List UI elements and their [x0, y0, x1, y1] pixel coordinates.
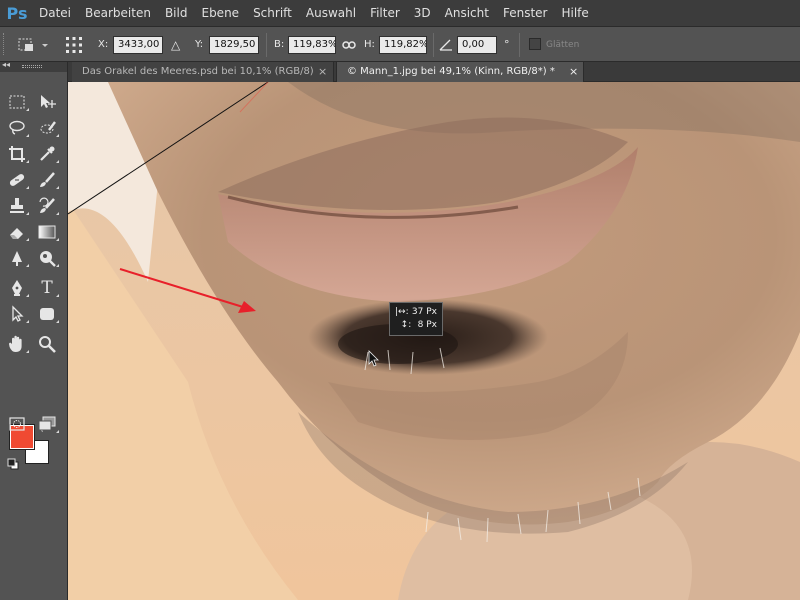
measure-width-value: 37 Px — [411, 307, 437, 317]
eraser-tool-icon[interactable] — [4, 220, 30, 244]
quick-mask-icon[interactable] — [4, 412, 30, 436]
type-tool-icon[interactable]: T — [34, 276, 60, 300]
options-bar: X: 3433,00 P △ Y: 1829,50 P B: 119,83% H… — [0, 26, 800, 62]
tab-orakel-des-meeres[interactable]: Das Orakel des Meeres.psd bei 10,1% (RGB… — [72, 62, 334, 82]
delta-icon[interactable]: △ — [171, 35, 180, 55]
menu-bild[interactable]: Bild — [158, 0, 195, 26]
menu-fenster[interactable]: Fenster — [496, 0, 555, 26]
path-selection-tool-icon[interactable] — [4, 302, 30, 326]
quick-selection-tool-icon[interactable] — [34, 116, 60, 140]
photo-chin-closeup — [68, 82, 800, 600]
eyedropper-tool-icon[interactable] — [34, 142, 60, 166]
transform-tool-preset-icon[interactable] — [16, 35, 50, 61]
dodge-tool-icon[interactable] — [34, 246, 60, 270]
move-tool-icon[interactable] — [34, 90, 60, 114]
measure-height-value: 8 Px — [417, 320, 437, 330]
photoshop-logo: Ps — [6, 3, 28, 23]
collapse-icon[interactable]: ◂◂ — [2, 60, 10, 69]
options-bar-grip[interactable] — [3, 33, 6, 55]
tab-label: © Mann_1.jpg bei 49,1% (Kinn, RGB/8*) * — [347, 66, 555, 77]
rectangle-tool-icon[interactable] — [34, 302, 60, 326]
smooth-label: Glätten — [546, 40, 580, 50]
angle-field[interactable]: 0,00 — [457, 36, 497, 54]
zoom-tool-icon[interactable] — [34, 332, 60, 356]
smooth-checkbox[interactable] — [529, 38, 541, 50]
healing-brush-tool-icon[interactable] — [4, 168, 30, 192]
width-field[interactable]: 119,83% — [288, 36, 336, 54]
link-icon[interactable] — [342, 35, 356, 61]
menu-schrift[interactable]: Schrift — [246, 0, 299, 26]
measurement-tooltip: |↔: 37 Px ↕: 8 Px — [389, 302, 443, 336]
screen-mode-icon[interactable] — [34, 412, 60, 436]
tools-panel: ◂◂ T — [0, 60, 68, 600]
pen-tool-icon[interactable] — [4, 276, 30, 300]
tools-panel-header: ◂◂ — [0, 60, 67, 72]
separator — [433, 33, 434, 57]
rectangular-marquee-tool-icon[interactable] — [4, 90, 30, 114]
height-field[interactable]: 119,82% — [379, 36, 427, 54]
menu-datei[interactable]: Datei — [32, 0, 78, 26]
clone-stamp-tool-icon[interactable] — [4, 194, 30, 218]
width-measure-icon: |↔: — [395, 307, 409, 317]
document-tab-bar: Das Orakel des Meeres.psd bei 10,1% (RGB… — [68, 62, 800, 82]
tab-label: Das Orakel des Meeres.psd bei 10,1% (RGB… — [82, 66, 314, 77]
separator — [519, 33, 520, 57]
blur-tool-icon[interactable] — [4, 246, 30, 270]
tools-panel-grip[interactable] — [22, 65, 42, 68]
brush-tool-icon[interactable] — [34, 168, 60, 192]
history-brush-tool-icon[interactable] — [34, 194, 60, 218]
height-measure-icon: ↕: — [400, 320, 412, 330]
separator — [266, 33, 267, 57]
menu-auswahl[interactable]: Auswahl — [299, 0, 363, 26]
menu-filter[interactable]: Filter — [363, 0, 407, 26]
degree-unit: ° — [504, 38, 510, 51]
angle-icon[interactable] — [439, 35, 453, 61]
hand-tool-icon[interactable] — [4, 332, 30, 356]
mouse-cursor-icon — [368, 350, 380, 372]
lasso-tool-icon[interactable] — [4, 116, 30, 140]
document-canvas[interactable]: |↔: 37 Px ↕: 8 Px — [68, 82, 800, 600]
x-field[interactable]: 3433,00 P — [113, 36, 163, 54]
y-label: Y: — [195, 39, 204, 50]
close-icon[interactable]: × — [569, 62, 578, 82]
y-field[interactable]: 1829,50 P — [209, 36, 259, 54]
tab-mann-1[interactable]: © Mann_1.jpg bei 49,1% (Kinn, RGB/8*) * … — [336, 62, 584, 82]
crop-tool-icon[interactable] — [4, 142, 30, 166]
gradient-tool-icon[interactable] — [34, 220, 60, 244]
menu-3d[interactable]: 3D — [407, 0, 438, 26]
default-colors-icon[interactable] — [7, 455, 19, 470]
menu-hilfe[interactable]: Hilfe — [554, 0, 595, 26]
height-label: H: — [364, 39, 375, 50]
width-label: B: — [274, 39, 285, 50]
menu-bar: Ps Datei Bearbeiten Bild Ebene Schrift A… — [0, 0, 800, 26]
x-label: X: — [98, 39, 109, 50]
reference-point-icon[interactable] — [64, 35, 84, 61]
close-icon[interactable]: × — [318, 62, 327, 82]
menu-ansicht[interactable]: Ansicht — [438, 0, 496, 26]
menu-ebene[interactable]: Ebene — [194, 0, 246, 26]
menu-bearbeiten[interactable]: Bearbeiten — [78, 0, 158, 26]
